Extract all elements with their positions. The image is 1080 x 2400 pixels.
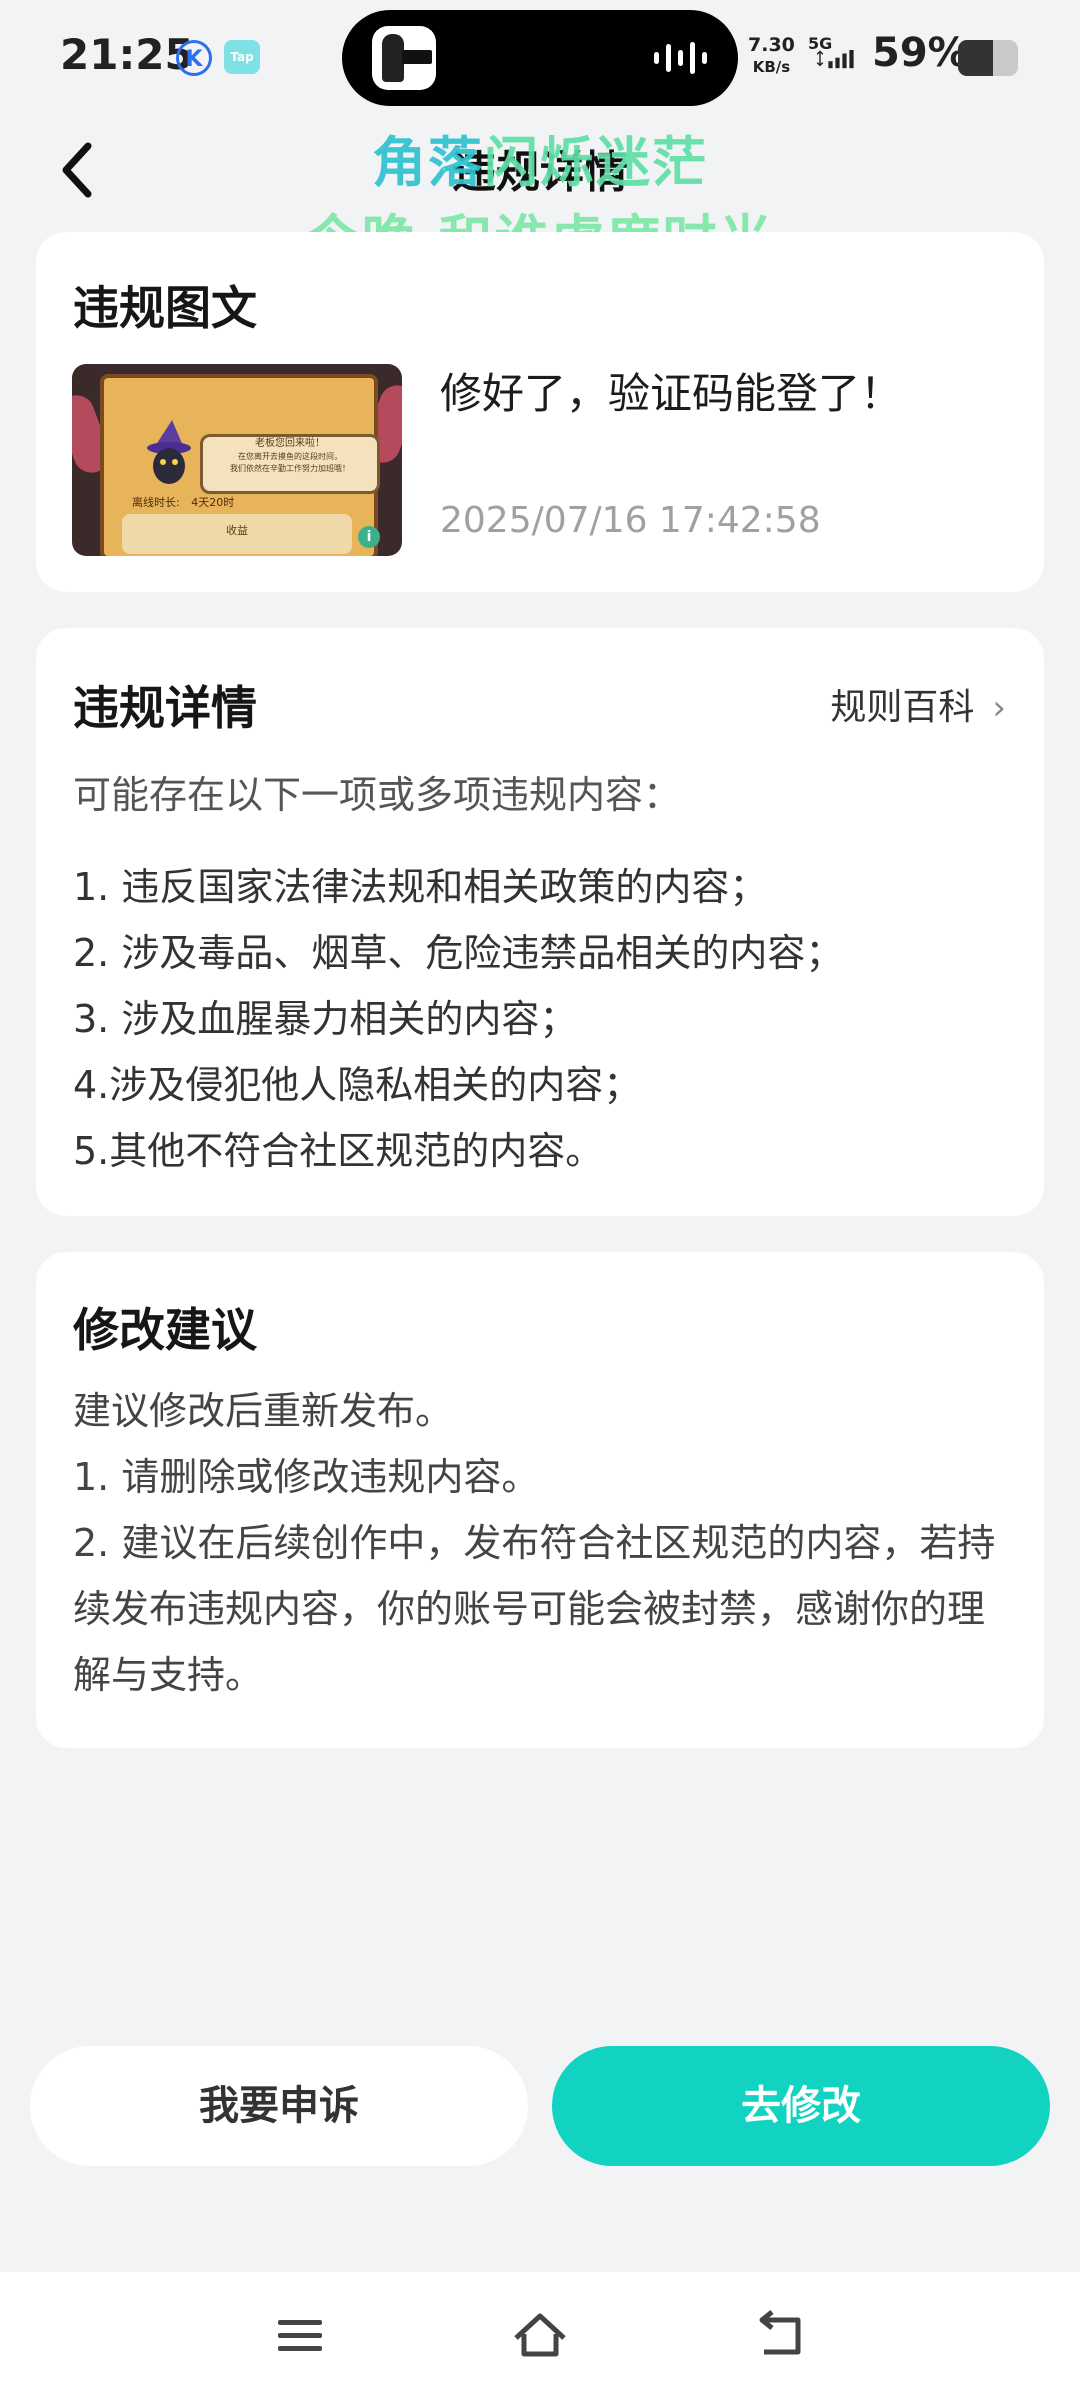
appeal-button[interactable]: 我要申诉 [30,2046,528,2166]
details-intro: 可能存在以下一项或多项违规内容： [73,773,682,817]
app-k-icon: K [176,40,212,76]
rules-wiki-label: 规则百科 [830,687,975,728]
thumb-speech-bubble: 老板您回来啦！ 在您离开去摸鱼的这段时间， 我们依然在辛勤工作努力加班哦！ [200,434,380,494]
thumb-offline-row: 离线时长: 4天20时 [132,494,234,510]
offline-value: 4天20时 [191,496,235,509]
suggestion-line: 2. 建议在后续创作中，发布符合社区规范的内容，若持续发布违规内容，你的账号可能… [73,1521,996,1697]
rules-wiki-link[interactable]: 规则百科 › [830,678,1006,730]
battery-percent: 59% [872,30,968,76]
income-label: 收益 [226,524,248,537]
rule-item: 2. 涉及毒品、烟草、危险违禁品相关的内容； [73,931,844,975]
section-title-details: 违规详情 [73,681,257,735]
modify-button[interactable]: 去修改 [552,2046,1050,2166]
suggestion-line: 1. 请删除或修改违规内容。 [73,1455,540,1499]
menu-icon[interactable] [270,2308,330,2364]
music-cover-icon [372,26,436,90]
rule-item: 4.涉及侵犯他人隐私相关的内容； [73,1063,642,1107]
section-title-suggestions: 修改建议 [73,1303,257,1357]
bubble-line: 在您离开去摸鱼的这段时间， [238,452,342,461]
info-icon: i [358,526,380,548]
speed-unit: KB/s [752,58,791,76]
bubble-line: 老板您回来啦！ [255,438,325,449]
rule-list: 1. 违反国家法律法规和相关政策的内容； 2. 涉及毒品、烟草、危险违禁品相关的… [73,854,843,1184]
status-time: 21:25 [60,30,194,79]
violation-post-card: 违规图文 老板您回来啦！ 在您离开去摸鱼的这段时间， 我们依然在辛勤工作努力加班… [36,232,1044,592]
offline-label: 离线时长: [132,496,180,509]
floating-lyric-line1: 角落闪烁迷茫 [0,118,1080,197]
thumb-income-bar: 收益 [122,514,352,554]
rule-item: 5.其他不符合社区规范的内容。 [73,1129,604,1173]
post-text: 修好了，验证码能登了！ [440,369,903,418]
post-timestamp: 2025/07/16 17:42:58 [440,500,821,541]
audio-wave-icon [654,42,707,74]
lyric-highlight: 角落 [372,131,484,194]
battery-icon [958,40,1018,76]
rule-item: 3. 涉及血腥暴力相关的内容； [73,997,578,1041]
suggestion-list: 建议修改后重新发布。 1. 请删除或修改违规内容。 2. 建议在后续创作中，发布… [73,1378,1013,1708]
back-icon[interactable] [750,2308,810,2364]
witch-character-icon [147,420,191,484]
post-thumbnail[interactable]: 老板您回来啦！ 在您离开去摸鱼的这段时间， 我们依然在辛勤工作努力加班哦！ 离线… [72,364,402,556]
lyric-rest: 闪烁迷茫 [484,131,708,194]
section-title-post: 违规图文 [73,281,257,335]
status-bar: 21:25 K Tap 7.30 KB/s 5G 59% [0,0,1080,116]
network-speed: 7.30 KB/s [748,34,795,78]
violation-details-card: 违规详情 规则百科 › 可能存在以下一项或多项违规内容： 1. 违反国家法律法规和… [36,628,1044,1216]
system-nav-bar [0,2272,1080,2400]
suggestion-line: 建议修改后重新发布。 [73,1389,454,1433]
speed-value: 7.30 [748,34,795,56]
chevron-right-icon: › [992,688,1006,728]
bubble-line: 我们依然在辛勤工作努力加班哦！ [230,464,350,473]
rule-item: 1. 违反国家法律法规和相关政策的内容； [73,865,768,909]
signal-icon [816,50,854,69]
home-icon[interactable] [510,2308,570,2364]
dynamic-island[interactable] [342,10,738,106]
app-tap-icon: Tap [224,40,260,74]
suggestions-card: 修改建议 建议修改后重新发布。 1. 请删除或修改违规内容。 2. 建议在后续创… [36,1252,1044,1748]
